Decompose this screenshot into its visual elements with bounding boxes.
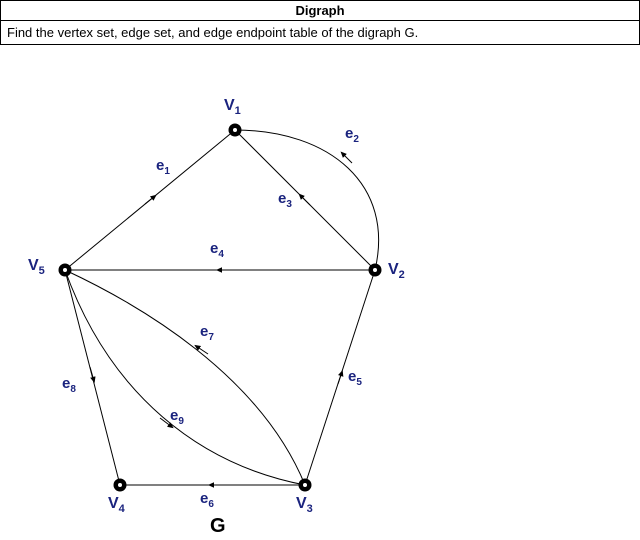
vertex-label-v2: V2: [388, 261, 405, 281]
prompt-text: Find the vertex set, edge set, and edge …: [7, 25, 418, 40]
edge-label-e2: e2: [345, 125, 359, 145]
title-bar: Digraph: [0, 0, 640, 20]
edge-label-e1: e1: [156, 157, 170, 177]
edge-e7: [65, 270, 305, 485]
digraph-svg: [0, 45, 640, 535]
vertex-label-v3: V3: [296, 495, 313, 515]
edge-label-e7: e7: [200, 323, 214, 343]
graph-name-label: G: [210, 515, 226, 538]
page-title: Digraph: [295, 3, 344, 18]
vertex-label-v5: V5: [28, 257, 45, 277]
edge-e9: [65, 270, 305, 485]
graph-canvas: V1 V2 V3 V4 V5 e1 e2 e3 e4 e5 e6 e7 e8 e…: [0, 45, 640, 535]
edge-label-e8: e8: [62, 375, 76, 395]
vertex-label-v4: V4: [108, 495, 125, 515]
vertex-label-v1: V1: [224, 97, 241, 117]
edge-label-e3: e3: [278, 190, 292, 210]
edge-label-e6: e6: [200, 490, 214, 510]
edge-label-e5: e5: [348, 368, 362, 388]
edge-label-e4: e4: [210, 240, 224, 260]
prompt-bar: Find the vertex set, edge set, and edge …: [0, 20, 640, 45]
edge-label-e9: e9: [170, 407, 184, 427]
